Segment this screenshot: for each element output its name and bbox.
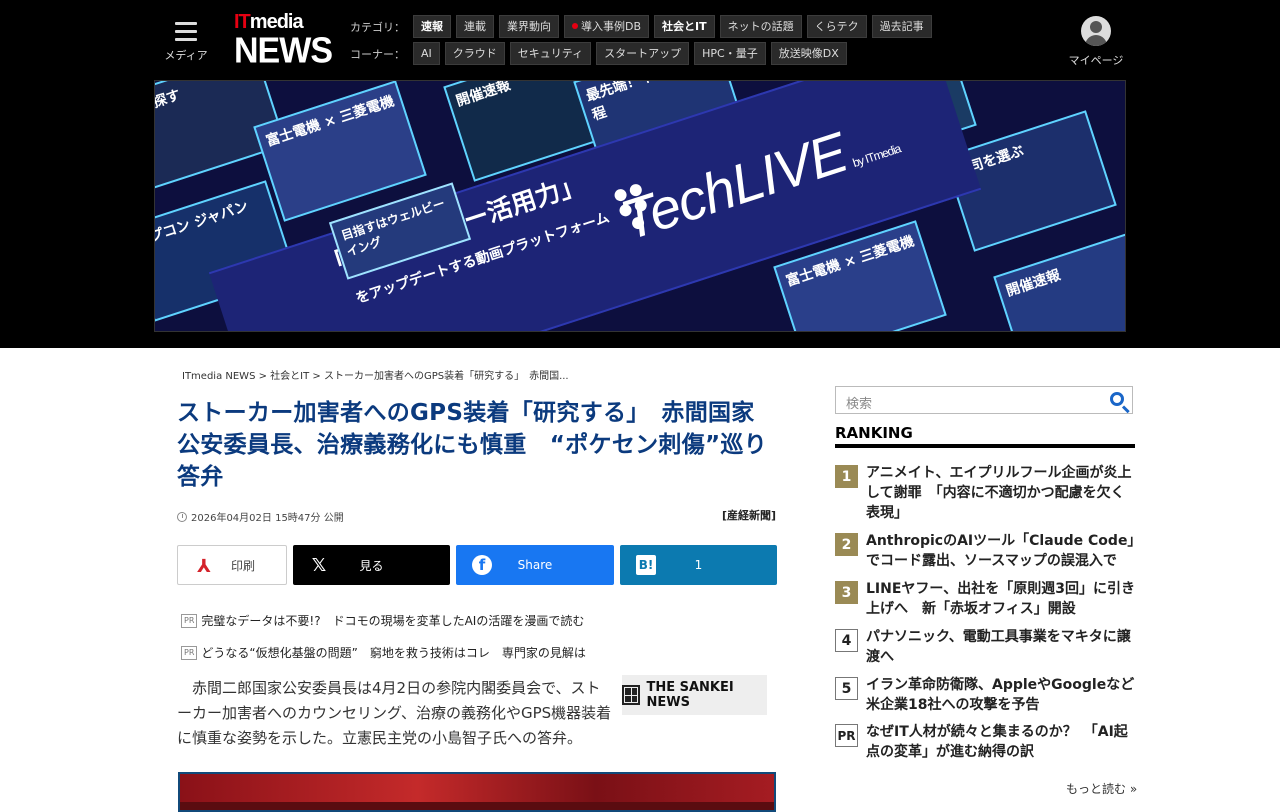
pr-badge: PR — [181, 613, 198, 628]
nav-category-kurateku[interactable]: くらテク — [806, 15, 867, 38]
menu-button[interactable]: メディア — [160, 18, 212, 63]
menu-label: メディア — [164, 49, 208, 62]
nav-category-archive[interactable]: 過去記事 — [871, 15, 932, 38]
mypage-button[interactable]: マイページ — [1066, 16, 1126, 68]
more-link[interactable]: もっと読む » — [1066, 780, 1137, 797]
publish-date: 2026年04月02日 15時47分 公開 — [177, 509, 344, 524]
article-title: ストーカー加害者へのGPS装着「研究する」 赤間国家公安委員長、治療義務化にも慎… — [177, 400, 768, 490]
ranking-pr-badge: PR — [835, 724, 858, 747]
nav-category-society[interactable]: 社会とIT — [654, 15, 715, 38]
x-logo-icon: 𝕏 — [311, 554, 327, 576]
ranking-text: LINEヤフー、出社を「原則週3回」に引き上げへ 新「赤坂オフィス」開設 — [866, 581, 1136, 617]
ranking-item[interactable]: 3 LINEヤフー、出社を「原則週3回」に引き上げへ 新「赤坂オフィス」開設 — [835, 579, 1135, 619]
ranking-number: 2 — [835, 533, 858, 556]
ranking-text: AnthropicのAIツール「Claude Code」でコード露出、ソースマッ… — [866, 533, 1135, 569]
user-icon — [1081, 16, 1111, 46]
category-nav: カテゴリ： 速報 連載 業界動向 導入事例DB 社会とIT ネットの話題 くらテ… — [350, 15, 932, 38]
breadcrumb[interactable]: ITmedia NEWS > 社会とIT > ストーカー加害者へのGPS装着「研… — [182, 367, 569, 382]
hatena-count: 1 — [694, 558, 703, 572]
ranking-text: イラン革命防衛隊、AppleやGoogleなど米企業18社への攻撃を予告 — [866, 677, 1135, 713]
nav-corner-security[interactable]: セキュリティ — [509, 42, 592, 65]
hatena-bookmark-button[interactable]: B! 1 — [620, 545, 777, 585]
pr-link-text: どうなる“仮想化基盤の問題” 窮地を救う技術はコレ 専門家の見解は — [201, 646, 586, 660]
pr-link[interactable]: PR どうなる“仮想化基盤の問題” 窮地を救う技術はコレ 専門家の見解は — [181, 644, 586, 661]
sankei-logo-text: THE SANKEI NEWS — [646, 680, 734, 710]
logo-news: NEWS — [234, 31, 333, 71]
nav-corner-broadcast[interactable]: 放送映像DX — [770, 42, 847, 65]
search-box[interactable]: 検索 — [835, 386, 1133, 414]
pr-badge: PR — [181, 645, 198, 660]
print-label: 印刷 — [230, 558, 255, 573]
pr-link-text: 完璧なデータは不要!? ドコモの現場を変革したAIの活躍を漫画で読む — [201, 614, 585, 628]
banner-brand-by: by ITmedia — [850, 141, 903, 171]
ranking-text: アニメイト、エイプリルフール企画が炎上して謝罪 「内容に不適切かつ配慮を欠く表現… — [866, 465, 1132, 521]
nav-category-casedb-label: 導入事例DB — [581, 20, 642, 33]
sankei-mark-icon — [622, 685, 641, 705]
ranking-item[interactable]: 1 アニメイト、エイプリルフール企画が炎上して謝罪 「内容に不適切かつ配慮を欠く… — [835, 463, 1135, 523]
site-logo[interactable]: ITmedia NEWS — [234, 11, 333, 71]
ranking-item-pr[interactable]: PR なぜIT人材が続々と集まるのか？ 「AI起点の変革」が進む納得の訳 — [835, 722, 1135, 762]
article-lead: 赤間二郎国家公安委員長は4月2日の参院内閣委員会で、ストーカー加害者へのカウンセ… — [177, 679, 612, 747]
nav-category-series[interactable]: 連載 — [456, 15, 494, 38]
ranking-number: 5 — [835, 677, 858, 700]
site-header: メディア ITmedia NEWS カテゴリ： 速報 連載 業界動向 導入事例D… — [0, 0, 1280, 348]
nav-corner-startup[interactable]: スタートアップ — [596, 42, 690, 65]
facebook-share-button[interactable]: f Share — [456, 545, 614, 585]
article-source: [産経新聞] — [722, 509, 777, 522]
ranking-item[interactable]: 4 パナソニック、電動工具事業をマキタに譲渡へ — [835, 627, 1135, 667]
corner-nav: コーナー： AI クラウド セキュリティ スタートアップ HPC・量子 放送映像… — [350, 42, 847, 65]
pdf-icon: ⅄ — [197, 555, 211, 577]
pr-link[interactable]: PR 完璧なデータは不要!? ドコモの現場を変革したAIの活躍を漫画で読む — [181, 612, 584, 629]
logo-prefix: IT — [234, 11, 251, 33]
sankei-logo[interactable]: THE SANKEI NEWS — [622, 675, 767, 715]
techlive-banner[interactable]: 物を探す ネプコン ジャパン 富士電機 × 三菱電機 開催速報 最先端！半導体後… — [154, 80, 1126, 332]
nav-category-industry[interactable]: 業界動向 — [499, 15, 559, 38]
banner-tile: 開催速報 — [993, 230, 1125, 331]
ranking-number: 1 — [835, 465, 858, 488]
ranking-item[interactable]: 5 イラン革命防衛隊、AppleやGoogleなど米企業18社への攻撃を予告 — [835, 675, 1135, 715]
ranking-text: パナソニック、電動工具事業をマキタに譲渡へ — [866, 629, 1131, 665]
article-photo — [178, 772, 776, 812]
search-placeholder: 検索 — [846, 397, 873, 412]
nav-category-breaking[interactable]: 速報 — [413, 15, 451, 38]
ranking-heading: RANKING — [835, 424, 1135, 448]
logo-suffix: media — [249, 11, 304, 33]
hamburger-icon — [175, 22, 197, 41]
ranking-item[interactable]: 2 AnthropicのAIツール「Claude Code」でコード露出、ソース… — [835, 531, 1135, 571]
search-icon[interactable] — [1110, 392, 1124, 406]
nav-corner-cloud[interactable]: クラウド — [444, 42, 505, 65]
nav-category-net[interactable]: ネットの話題 — [719, 15, 802, 38]
ranking-number: 3 — [835, 581, 858, 604]
hatena-bookmark-icon: B! — [636, 555, 656, 575]
facebook-icon: f — [472, 555, 492, 575]
nav-corner-hpc[interactable]: HPC・量子 — [694, 42, 766, 65]
ranking-number: 4 — [835, 629, 858, 652]
ranking-text: なぜIT人材が続々と集まるのか？ 「AI起点の変革」が進む納得の訳 — [866, 724, 1128, 760]
x-share-label: 見る — [359, 558, 384, 573]
red-dot-icon — [572, 23, 578, 29]
facebook-share-label: Share — [517, 558, 553, 572]
nav-category-casedb[interactable]: 導入事例DB — [564, 15, 650, 38]
mypage-label: マイページ — [1068, 54, 1124, 67]
corner-label: コーナー： — [350, 47, 405, 61]
print-button[interactable]: ⅄ 印刷 — [177, 545, 287, 585]
category-label: カテゴリ： — [350, 20, 405, 34]
nav-corner-ai[interactable]: AI — [413, 42, 440, 65]
clock-icon — [177, 511, 187, 522]
publish-date-text: 2026年04月02日 15時47分 公開 — [191, 513, 344, 524]
x-share-button[interactable]: 𝕏 見る — [293, 545, 450, 585]
